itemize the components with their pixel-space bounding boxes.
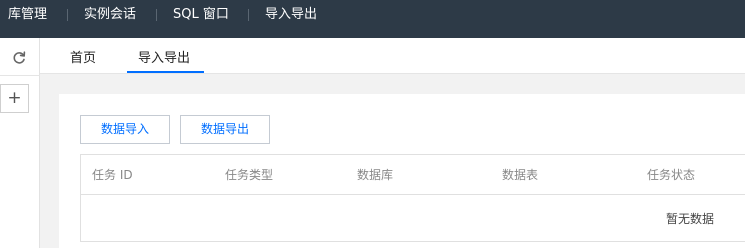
task-table: 任务 ID 任务类型 数据库 数据表 任务状态 暂无数据 [80,154,745,242]
left-rail: + [0,38,40,248]
empty-state-text: 暂无数据 [666,212,715,226]
topnav-divider [248,9,249,21]
topnav-divider [156,9,157,21]
column-header-task-type[interactable]: 任务类型 [225,155,273,195]
refresh-button[interactable] [0,38,40,76]
add-button[interactable]: + [0,84,29,113]
table-header: 任务 ID 任务类型 数据库 数据表 任务状态 [81,155,745,195]
column-header-task-id[interactable]: 任务 ID [92,155,133,195]
topnav-item-import-export[interactable]: 导入导出 [265,0,317,30]
tab-home[interactable]: 首页 [70,38,96,74]
active-tab-indicator [127,71,204,73]
tab-bar: 首页 导入导出 [40,38,745,74]
data-export-button[interactable]: 数据导出 [180,115,270,144]
topnav-item-instance-sessions[interactable]: 实例会话 [84,0,136,30]
column-header-table[interactable]: 数据表 [502,155,538,195]
column-header-database[interactable]: 数据库 [357,155,393,195]
refresh-icon[interactable] [12,51,26,65]
plus-icon: + [7,88,22,108]
top-nav-bar: 库管理 实例会话 SQL 窗口 导入导出 [0,0,745,38]
column-header-task-status[interactable]: 任务状态 [647,155,695,195]
tab-import-export[interactable]: 导入导出 [138,38,190,74]
topnav-divider [67,9,68,21]
topnav-item-database-management[interactable]: 库管理 [8,0,47,30]
topnav-item-sql-window[interactable]: SQL 窗口 [173,0,229,30]
data-import-button[interactable]: 数据导入 [80,115,170,144]
